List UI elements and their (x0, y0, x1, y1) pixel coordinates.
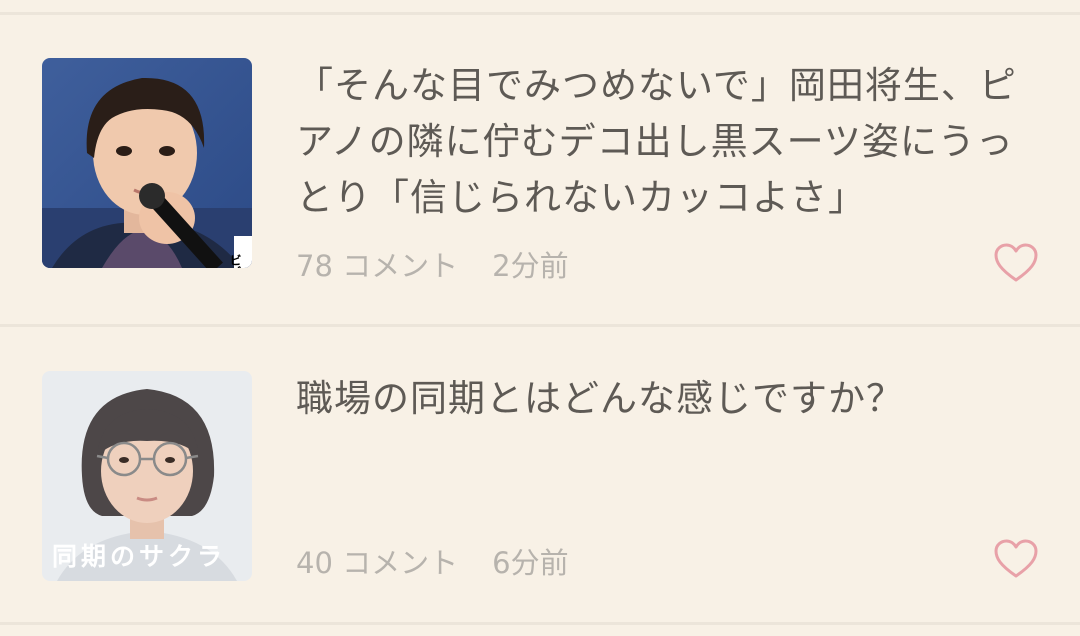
thumbnail-image: ビズ (42, 58, 252, 268)
article-item[interactable]: ビズ 「そんな目でみつめないで」岡田将生、ピアノの隣に佇むデコ出し黒スーツ姿にう… (0, 15, 1080, 325)
thumbnail-caption: 同期のサクラ (52, 542, 226, 571)
comment-count: 78 コメント (296, 249, 459, 283)
article-title[interactable]: 職場の同期とはどんな感じですか？ (296, 371, 1046, 427)
article-thumbnail[interactable]: 同期のサクラ (42, 371, 252, 581)
time-ago: 6分前 (492, 546, 569, 580)
article-item[interactable]: 同期のサクラ 職場の同期とはどんな感じですか？ 40 コメント 6分前 (0, 327, 1080, 623)
bottom-divider (0, 622, 1080, 625)
article-meta: 40 コメント 6分前 (296, 540, 569, 582)
thumbnail-image: 同期のサクラ (42, 371, 252, 581)
heart-outline-icon[interactable] (994, 243, 1038, 283)
heart-outline-icon[interactable] (994, 539, 1038, 579)
article-thumbnail[interactable]: ビズ (42, 58, 252, 268)
thumbnail-caption: ビズ (228, 254, 242, 268)
time-ago: 2分前 (492, 249, 569, 283)
article-title[interactable]: 「そんな目でみつめないで」岡田将生、ピアノの隣に佇むデコ出し黒スーツ姿にうっとり… (296, 58, 1046, 226)
comment-count: 40 コメント (296, 546, 459, 580)
article-meta: 78 コメント 2分前 (296, 243, 569, 285)
